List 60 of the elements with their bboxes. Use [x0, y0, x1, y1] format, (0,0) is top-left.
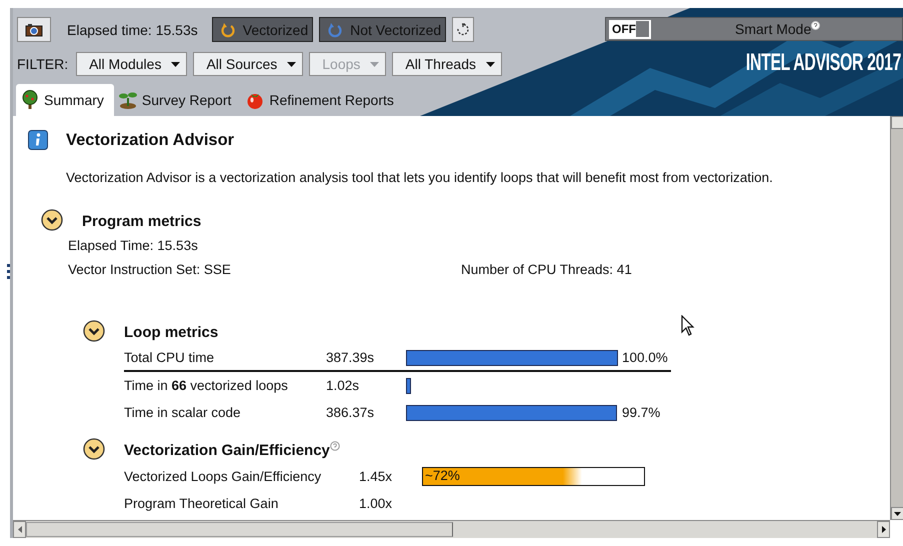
- chevron-down-icon[interactable]: [41, 209, 63, 231]
- tab[interactable]: Summary: [16, 84, 114, 116]
- caret-icon: [882, 526, 886, 533]
- camera-icon: [25, 22, 43, 36]
- section-title: Vectorization Gain/Efficiency: [124, 442, 330, 459]
- metric-value: 1.02s: [326, 378, 360, 393]
- info-icon: [28, 130, 48, 150]
- tab[interactable]: Refinement Reports: [241, 84, 404, 116]
- metric-percent: 100.0%: [622, 350, 669, 365]
- metric-value: 386.37s: [326, 405, 376, 420]
- metric-label: Time in scalar code: [124, 405, 242, 420]
- filter-dropdown[interactable]: All Modules: [76, 52, 188, 76]
- metric-value: 1.00x: [359, 496, 394, 511]
- filter-dropdown[interactable]: All Sources: [193, 52, 304, 76]
- time-bar: [406, 378, 411, 394]
- metric-text: Number of CPU Threads: 41: [461, 261, 633, 279]
- splitter-handle-icon[interactable]: [7, 264, 10, 280]
- advisor-description: Vectorization Advisor is a vectorization analysis tool that lets you identify loops that will benefit most from vectorization.: [66, 170, 774, 185]
- sprout-icon: [118, 90, 138, 110]
- help-icon[interactable]: [811, 20, 820, 30]
- chevron-down-icon[interactable]: [83, 320, 105, 342]
- metric-percent: 99.7%: [622, 405, 662, 420]
- section-title: Program metrics: [82, 213, 202, 230]
- caret-icon: [287, 62, 296, 66]
- metric-value: 1.45x: [359, 469, 394, 484]
- metric-label: Total CPU time: [124, 350, 216, 365]
- elapsed-time: Elapsed time: 15.53s: [67, 22, 198, 38]
- metric-label: Program Theoretical Gain: [124, 496, 280, 511]
- filter-label: FILTER:: [17, 56, 68, 72]
- tree-icon: [20, 90, 40, 110]
- metric-text: Vector Instruction Set: SSE: [68, 261, 232, 279]
- scroll-right-button[interactable]: [877, 521, 890, 538]
- tab[interactable]: Survey Report: [114, 84, 242, 116]
- restore-button[interactable]: [452, 17, 474, 42]
- caret-icon: [486, 62, 495, 66]
- camera-button[interactable]: [17, 17, 51, 42]
- metric-label: Time in 66 vectorized loops: [124, 378, 289, 393]
- product-logo: INTEL ADVISOR 2017: [746, 49, 901, 77]
- chevron-down-icon[interactable]: [83, 438, 105, 460]
- scroll-down-button[interactable]: [891, 507, 903, 520]
- metric-label: Vectorized Loops Gain/Efficiency: [124, 469, 322, 484]
- vertical-scrollbar[interactable]: [890, 116, 903, 520]
- scroll-left-button[interactable]: [13, 521, 26, 538]
- smart-mode-label: Smart Mode: [735, 21, 812, 37]
- mouse-cursor-icon: [681, 315, 695, 337]
- smart-mode-switch[interactable]: OFF: [609, 20, 651, 38]
- filter-dropdown[interactable]: All Threads: [392, 52, 502, 76]
- metric-text: Elapsed Time: 15.53s: [68, 237, 199, 255]
- help-icon[interactable]: [330, 440, 340, 450]
- restore-icon: [456, 22, 470, 36]
- caret-icon: [894, 512, 901, 516]
- caret-icon: [18, 526, 22, 533]
- caret-icon: [370, 62, 380, 66]
- horizontal-scroll-thumb[interactable]: [26, 522, 452, 537]
- caret-icon: [171, 62, 180, 66]
- advisor-title: Vectorization Advisor: [66, 130, 234, 150]
- section-title: Loop metrics: [124, 324, 218, 341]
- scroll-up-button[interactable]: [891, 116, 903, 129]
- efficiency-text: ~72%: [425, 468, 460, 483]
- metric-value: 387.39s: [326, 350, 376, 365]
